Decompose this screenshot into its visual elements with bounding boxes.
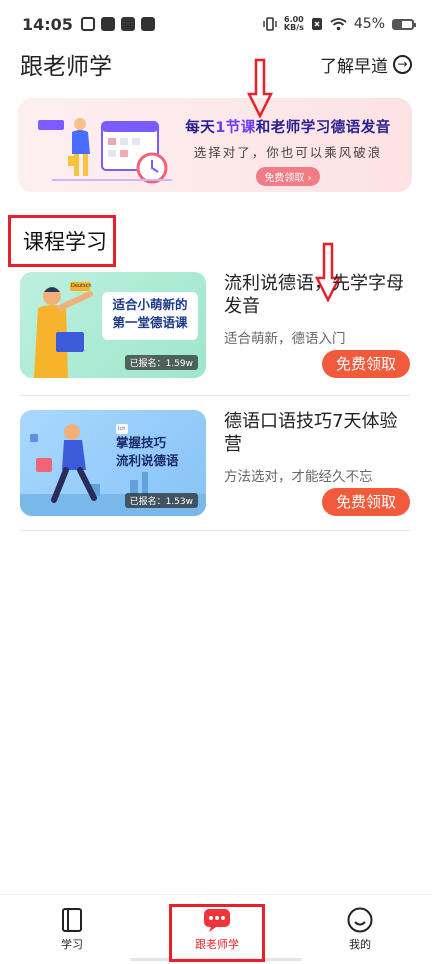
mail-icon — [140, 17, 155, 31]
battery-percent: 45% — [353, 16, 385, 32]
calendar-person-illustration — [38, 118, 172, 184]
course-thumbnail: Deutsch 适合小萌新的 第一堂德语课 已报名：1.59w — [20, 272, 206, 378]
banner-headline-highlight: 1节课 — [215, 120, 256, 136]
course-title: 流利说德语，先学字母发音 — [224, 273, 404, 317]
banner-headline-post: 和老师学习德语发音 — [255, 120, 391, 136]
nav-tab-highlight — [169, 904, 265, 962]
divider — [20, 530, 410, 531]
enrolled-count: 已报名：1.59w — [124, 355, 198, 370]
annotation-arrow-down-icon — [247, 58, 273, 118]
battery-icon — [392, 18, 416, 30]
thumb-line-2: 第一堂德语课 — [112, 315, 188, 330]
thumb-tag: Ich — [118, 426, 126, 432]
status-bar: 14:05 6.00 KB/s 45% — [0, 0, 432, 48]
section-title: 课程学习 — [23, 230, 107, 254]
book-icon — [62, 908, 82, 932]
battery-fill — [394, 20, 403, 28]
morning-link[interactable]: 了解早道 → — [320, 52, 412, 77]
morning-link-label: 了解早道 — [320, 56, 388, 77]
course-desc: 方法选对，才能经久不忘 — [224, 469, 373, 485]
thumb-text: 适合小萌新的 第一堂德语课 — [104, 296, 196, 332]
status-right: 6.00 KB/s 45% — [263, 16, 416, 32]
promo-banner[interactable]: 每天1节课和老师学习德语发音 选择对了，你也可以乘风破浪 免费领取 › — [18, 98, 412, 192]
message-icon — [80, 17, 95, 31]
arrow-right-circle-icon: → — [393, 54, 412, 74]
status-time: 14:05 — [22, 14, 73, 34]
claim-free-button[interactable]: 免费领取 — [322, 350, 410, 378]
banner-claim-label: 免费领取 — [264, 173, 305, 184]
nav-icon — [27, 907, 117, 933]
section-title-highlight: 课程学习 — [8, 215, 116, 267]
course-info: 德语口语技巧7天体验营 方法选对，才能经久不忘 免费领取 — [224, 410, 410, 516]
thumb-line-1: 掌握技巧 — [116, 435, 167, 450]
enrolled-count: 已报名：1.53w — [124, 493, 198, 508]
course-title: 德语口语技巧7天体验营 — [224, 411, 398, 455]
tiktok-icon — [120, 17, 135, 31]
page-title: 跟老师学 — [20, 54, 112, 80]
page-header: 跟老师学 了解早道 → — [0, 44, 432, 84]
nav-tab-study[interactable]: 学习 — [27, 907, 117, 952]
thumb-tag: Deutsch — [71, 283, 92, 289]
course-card[interactable]: Deutsch 适合小萌新的 第一堂德语课 已报名：1.59w 流利说德语，先学… — [20, 272, 410, 390]
course-thumbnail: Ich 掌握技巧 流利说德语 已报名：1.53w — [20, 410, 206, 516]
course-card[interactable]: Ich 掌握技巧 流利说德语 已报名：1.53w 德语口语技巧7天体验营 方法选… — [20, 410, 410, 528]
banner-headline: 每天1节课和老师学习德语发音 — [170, 116, 406, 137]
banner-text: 每天1节课和老师学习德语发音 选择对了，你也可以乘风破浪 免费领取 › — [170, 116, 406, 186]
network-speed: 6.00 KB/s — [284, 16, 304, 32]
notification-icons — [80, 17, 155, 31]
app-icon — [100, 17, 115, 31]
thumb-text: 掌握技巧 流利说德语 — [116, 434, 196, 470]
nav-label-mine: 我的 — [349, 938, 371, 951]
sim-icon — [311, 18, 322, 30]
thumb-line-2: 流利说德语 — [116, 453, 179, 468]
claim-free-button[interactable]: 免费领取 — [322, 488, 410, 516]
banner-subline: 选择对了，你也可以乘风破浪 — [193, 145, 383, 160]
banner-headline-pre: 每天 — [185, 120, 216, 136]
course-desc: 适合萌新，德语入门 — [224, 331, 346, 347]
course-info: 流利说德语，先学字母发音 适合萌新，德语入门 免费领取 — [224, 272, 410, 378]
banner-claim-button[interactable]: 免费领取 › — [256, 167, 320, 186]
nav-label-study: 学习 — [61, 938, 83, 951]
thumb-line-1: 适合小萌新的 — [112, 297, 188, 312]
wifi-icon — [330, 17, 347, 30]
nav-tab-mine[interactable]: 我的 — [315, 907, 405, 952]
smiley-face-icon — [347, 907, 373, 933]
divider — [20, 395, 410, 396]
nav-icon — [315, 907, 405, 933]
vibrate-icon — [263, 17, 277, 31]
speed-unit: KB/s — [283, 23, 304, 32]
